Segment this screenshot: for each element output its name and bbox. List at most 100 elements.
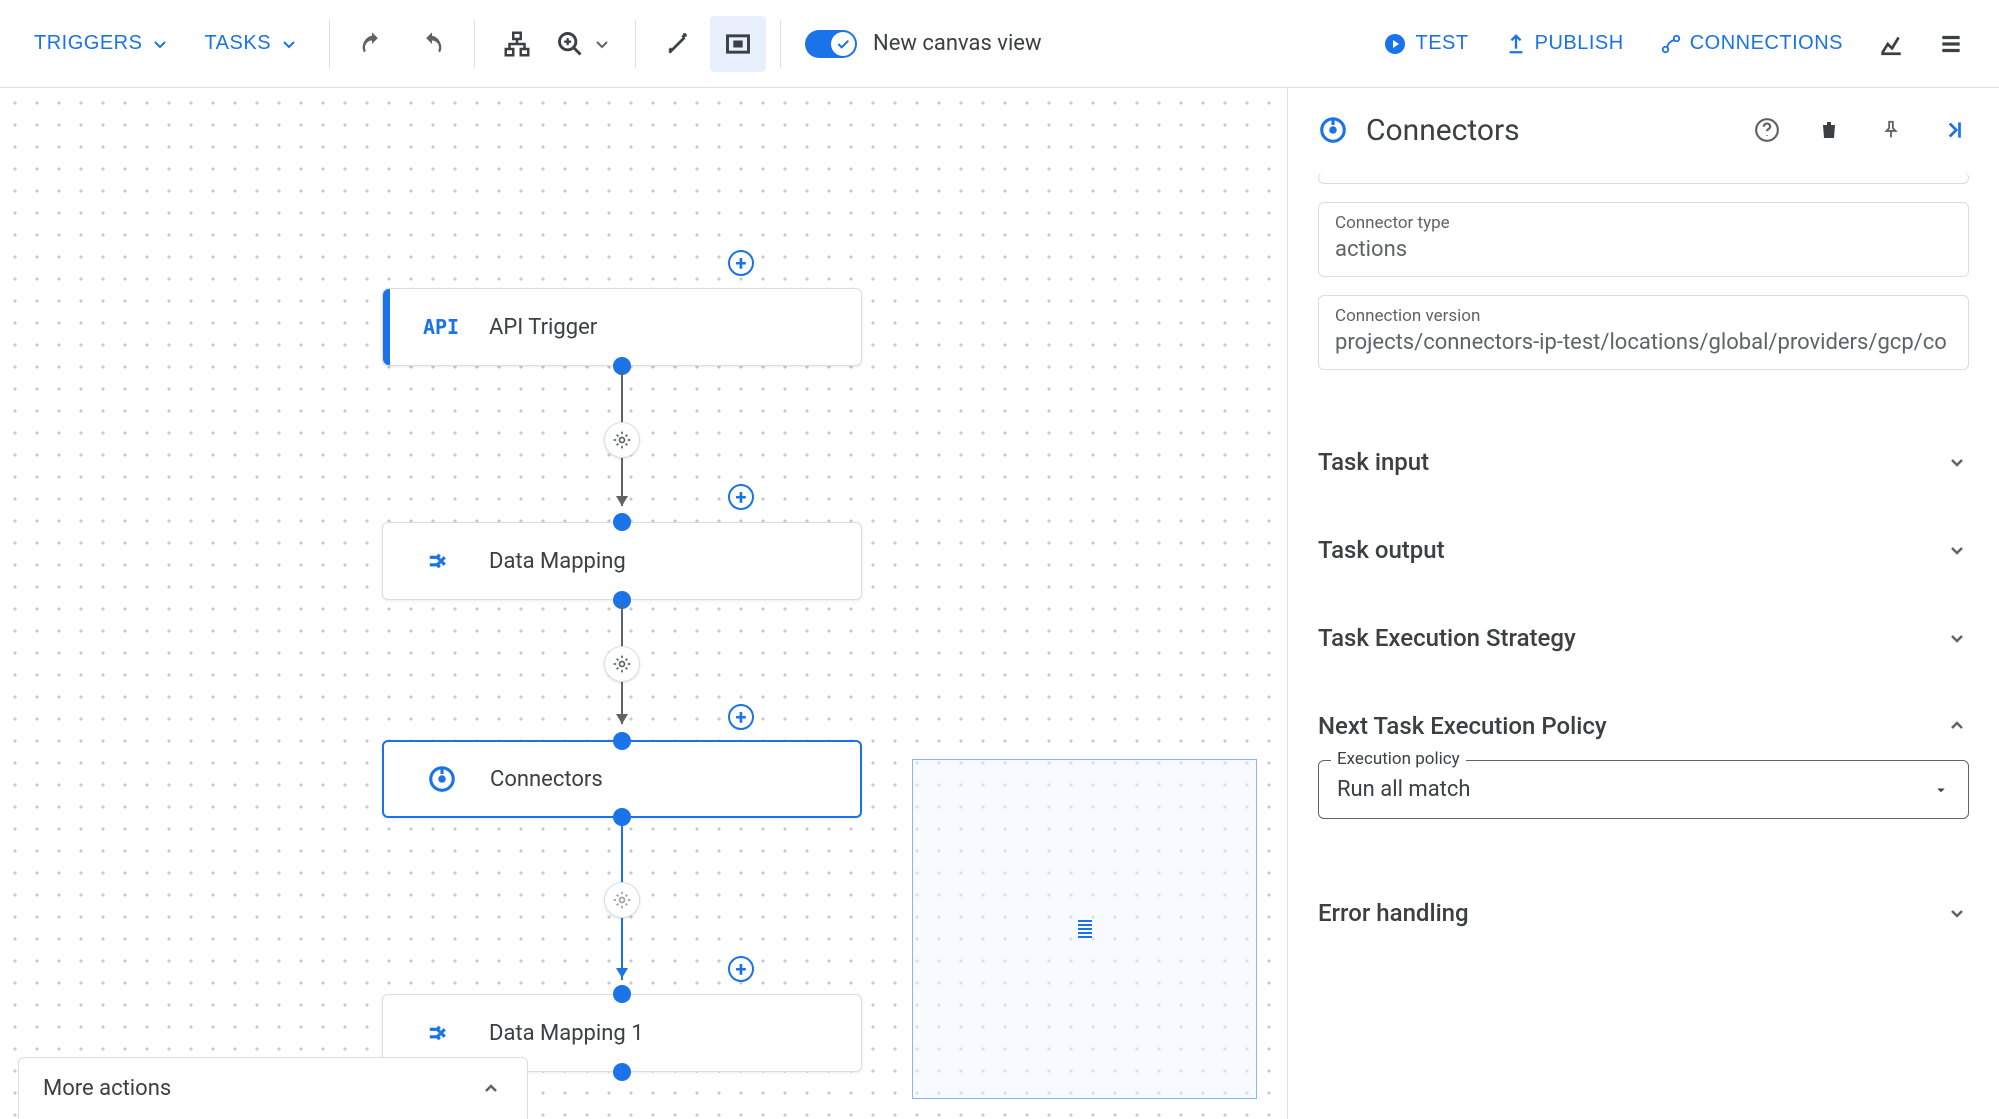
- check-icon: [835, 36, 851, 52]
- analytics-button[interactable]: [1863, 16, 1919, 72]
- section-title: Error handling: [1318, 899, 1469, 927]
- add-node-button[interactable]: +: [728, 956, 754, 982]
- flow-container: + API API Trigger +: [382, 288, 862, 1108]
- chevron-down-icon: [1945, 538, 1969, 562]
- chevron-down-icon: [590, 32, 614, 56]
- chevron-down-icon: [277, 32, 301, 56]
- dropdown-arrow-icon: [1932, 781, 1950, 799]
- chevron-up-icon: [1945, 714, 1969, 738]
- separator: [474, 20, 475, 68]
- minimap-viewport: [1078, 920, 1092, 938]
- edge-settings-button[interactable]: [604, 646, 640, 682]
- undo-icon: [358, 30, 386, 58]
- edge-settings-button[interactable]: [604, 422, 640, 458]
- connection-version-field[interactable]: Connection version projects/connectors-i…: [1318, 295, 1969, 370]
- more-actions-panel[interactable]: More actions: [18, 1057, 528, 1119]
- section-task-output[interactable]: Task output: [1318, 506, 1969, 594]
- test-button[interactable]: TEST: [1367, 22, 1484, 66]
- canvas[interactable]: + API API Trigger +: [0, 88, 1287, 1119]
- chevron-down-icon: [148, 32, 172, 56]
- connections-button[interactable]: CONNECTIONS: [1644, 22, 1859, 65]
- toolbar: TRIGGERS TASKS: [0, 0, 1999, 88]
- minimap[interactable]: [912, 759, 1257, 1099]
- tasks-dropdown[interactable]: TASKS: [190, 22, 315, 66]
- port-bottom[interactable]: [613, 1063, 631, 1081]
- edge-settings-button[interactable]: [604, 882, 640, 918]
- publish-button[interactable]: PUBLISH: [1489, 22, 1640, 65]
- separator: [635, 20, 636, 68]
- help-button[interactable]: [1745, 108, 1789, 152]
- port-top[interactable]: [613, 513, 631, 531]
- test-label: TEST: [1415, 32, 1468, 55]
- wand-button[interactable]: [650, 16, 706, 72]
- node-label: API Trigger: [489, 315, 597, 340]
- chevron-down-icon: [1945, 901, 1969, 925]
- undo-button[interactable]: [344, 16, 400, 72]
- arrow-icon: [616, 496, 628, 506]
- collapse-panel-button[interactable]: [1931, 108, 1975, 152]
- help-icon: [1754, 117, 1780, 143]
- node-connectors[interactable]: Connectors: [382, 740, 862, 818]
- chevron-down-icon: [1945, 626, 1969, 650]
- gear-icon: [612, 890, 632, 910]
- connector-type-field[interactable]: Connector type actions: [1318, 202, 1969, 277]
- zoom-dropdown[interactable]: [549, 16, 621, 72]
- canvas-view-toggle[interactable]: [805, 30, 857, 58]
- menu-button[interactable]: [1923, 16, 1979, 72]
- gear-icon: [612, 654, 632, 674]
- field-label: Connector type: [1335, 213, 1952, 233]
- add-node-button[interactable]: +: [728, 250, 754, 276]
- gear-icon: [612, 430, 632, 450]
- section-title: Next Task Execution Policy: [1318, 712, 1607, 740]
- frame-icon: [724, 30, 752, 58]
- redo-button[interactable]: [404, 16, 460, 72]
- wand-icon: [665, 31, 691, 57]
- node-api-trigger[interactable]: API API Trigger: [382, 288, 862, 366]
- chevron-down-icon: [1945, 450, 1969, 474]
- api-icon: API: [423, 309, 459, 345]
- section-error-handling[interactable]: Error handling: [1318, 869, 1969, 957]
- node-label: Data Mapping: [489, 549, 626, 574]
- play-circle-icon: [1383, 32, 1407, 56]
- port-top[interactable]: [613, 985, 631, 1003]
- pin-button[interactable]: [1869, 108, 1913, 152]
- more-actions-label: More actions: [43, 1076, 171, 1101]
- canvas-view-label: New canvas view: [873, 31, 1041, 56]
- section-task-exec-strategy[interactable]: Task Execution Strategy: [1318, 594, 1969, 682]
- connector-icon: [1318, 115, 1348, 145]
- triggers-dropdown[interactable]: TRIGGERS: [20, 22, 186, 66]
- chevron-up-icon: [479, 1077, 503, 1101]
- triggers-label: TRIGGERS: [34, 32, 142, 55]
- panel-title: Connectors: [1366, 113, 1727, 148]
- select-value: Run all match: [1337, 777, 1471, 802]
- node-label: Data Mapping 1: [489, 1021, 644, 1046]
- arrow-icon: [616, 968, 628, 978]
- frame-button[interactable]: [710, 16, 766, 72]
- separator: [329, 20, 330, 68]
- collapsed-field: [1318, 172, 1969, 184]
- delete-button[interactable]: [1807, 108, 1851, 152]
- separator: [780, 20, 781, 68]
- add-node-button[interactable]: +: [728, 484, 754, 510]
- section-content: Execution policy Run all match: [1318, 760, 1969, 839]
- redo-icon: [418, 30, 446, 58]
- section-task-input[interactable]: Task input: [1318, 418, 1969, 506]
- port-top[interactable]: [613, 732, 631, 750]
- chart-icon: [1878, 31, 1904, 57]
- field-value: projects/connectors-ip-test/locations/gl…: [1335, 330, 1952, 355]
- section-title: Task input: [1318, 448, 1429, 476]
- side-panel: Connectors Connector type acti: [1287, 88, 1999, 1119]
- execution-policy-select[interactable]: Execution policy Run all match: [1318, 760, 1969, 819]
- add-node-button[interactable]: +: [728, 704, 754, 730]
- pin-icon: [1880, 119, 1902, 141]
- publish-label: PUBLISH: [1535, 32, 1624, 55]
- field-label: Connection version: [1335, 306, 1952, 326]
- upload-icon: [1505, 33, 1527, 55]
- mapping-icon: [423, 543, 459, 579]
- layout-button[interactable]: [489, 16, 545, 72]
- connector-icon: [424, 761, 460, 797]
- select-label: Execution policy: [1331, 749, 1466, 769]
- collapse-right-icon: [1940, 117, 1966, 143]
- node-data-mapping[interactable]: Data Mapping: [382, 522, 862, 600]
- node-label: Connectors: [490, 767, 603, 792]
